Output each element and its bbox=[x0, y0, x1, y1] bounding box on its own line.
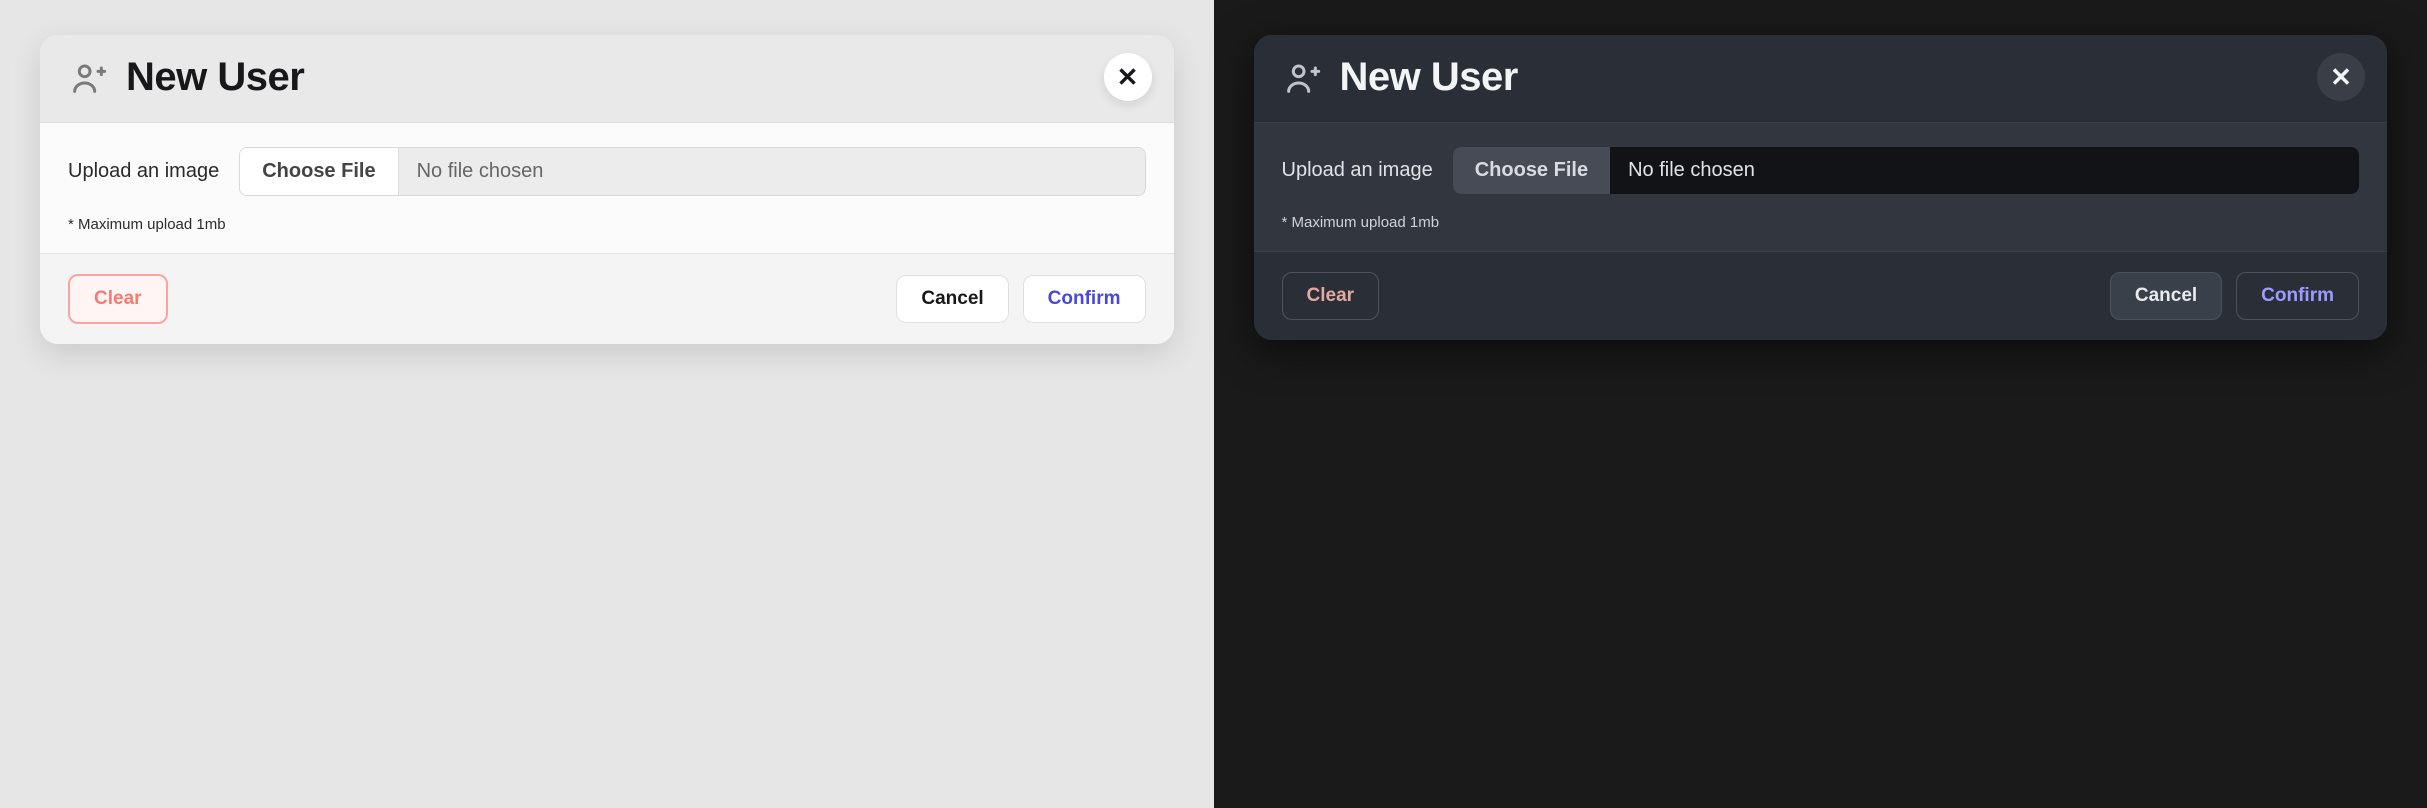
clear-button[interactable]: Clear bbox=[68, 274, 168, 324]
new-user-dialog: New User ✕ Upload an image Choose File N… bbox=[1254, 35, 2388, 340]
user-plus-icon bbox=[68, 58, 108, 98]
dialog-title: New User bbox=[1340, 55, 1518, 100]
dialog-body: Upload an image Choose File No file chos… bbox=[40, 123, 1174, 253]
close-icon: ✕ bbox=[2330, 62, 2352, 93]
upload-label: Upload an image bbox=[1282, 159, 1433, 182]
cancel-button[interactable]: Cancel bbox=[2110, 272, 2222, 320]
close-icon: ✕ bbox=[1117, 62, 1139, 93]
confirm-button[interactable]: Confirm bbox=[2236, 272, 2359, 320]
choose-file-button[interactable]: Choose File bbox=[1453, 147, 1610, 194]
file-picker: Choose File No file chosen bbox=[1453, 147, 2359, 194]
dark-panel: New User ✕ Upload an image Choose File N… bbox=[1214, 0, 2427, 808]
file-status-text: No file chosen bbox=[1610, 147, 2359, 194]
upload-row: Upload an image Choose File No file chos… bbox=[68, 147, 1146, 196]
clear-button[interactable]: Clear bbox=[1282, 272, 1380, 320]
choose-file-button[interactable]: Choose File bbox=[240, 148, 398, 195]
user-plus-icon bbox=[1282, 58, 1322, 98]
dialog-footer: Clear Cancel Confirm bbox=[40, 253, 1174, 344]
confirm-button[interactable]: Confirm bbox=[1023, 275, 1146, 323]
dialog-footer: Clear Cancel Confirm bbox=[1254, 251, 2388, 340]
close-button[interactable]: ✕ bbox=[1104, 53, 1152, 101]
dialog-header: New User ✕ bbox=[1254, 35, 2388, 123]
file-status-text: No file chosen bbox=[399, 148, 1145, 195]
dialog-header: New User ✕ bbox=[40, 35, 1174, 123]
dialog-body: Upload an image Choose File No file chos… bbox=[1254, 123, 2388, 251]
upload-label: Upload an image bbox=[68, 160, 219, 183]
new-user-dialog: New User ✕ Upload an image Choose File N… bbox=[40, 35, 1174, 344]
upload-hint: * Maximum upload 1mb bbox=[1282, 214, 2360, 231]
close-button[interactable]: ✕ bbox=[2317, 53, 2365, 101]
dialog-title: New User bbox=[126, 55, 304, 100]
file-picker: Choose File No file chosen bbox=[239, 147, 1145, 196]
upload-row: Upload an image Choose File No file chos… bbox=[1282, 147, 2360, 194]
cancel-button[interactable]: Cancel bbox=[896, 275, 1008, 323]
upload-hint: * Maximum upload 1mb bbox=[68, 216, 1146, 233]
light-panel: New User ✕ Upload an image Choose File N… bbox=[0, 0, 1214, 808]
